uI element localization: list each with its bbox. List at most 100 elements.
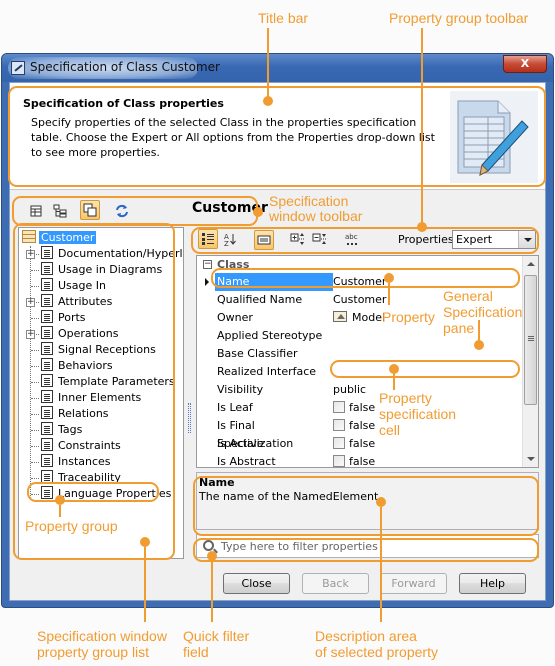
title-bar[interactable]: Specification of Class Customer X bbox=[2, 54, 553, 82]
show-description-icon bbox=[257, 235, 271, 245]
forward-button[interactable]: Forward bbox=[380, 573, 447, 594]
quick-filter-field[interactable] bbox=[196, 534, 539, 558]
expand-all-icon bbox=[290, 233, 305, 245]
property-group-icon bbox=[41, 326, 53, 339]
property-row[interactable]: Is Leaf false bbox=[197, 399, 523, 417]
tree-item[interactable]: Instances bbox=[41, 454, 111, 470]
property-group-icon bbox=[41, 454, 53, 467]
properties-label: Properties: bbox=[398, 233, 458, 246]
property-name: Applied Stereotype bbox=[217, 329, 323, 342]
tree-item[interactable]: Operations bbox=[41, 326, 118, 342]
scroll-up-icon[interactable] bbox=[523, 256, 538, 272]
vertical-scrollbar[interactable] bbox=[522, 256, 538, 467]
tree-item[interactable]: Usage In bbox=[41, 278, 106, 294]
tree-item-label: Inner Elements bbox=[58, 391, 142, 404]
tree-item-label: Behaviors bbox=[58, 359, 113, 372]
property-row[interactable]: Realized Interface bbox=[197, 363, 523, 381]
property-checkbox[interactable] bbox=[333, 401, 345, 413]
filter-input[interactable] bbox=[221, 538, 521, 554]
pane-splitter[interactable] bbox=[188, 403, 191, 433]
scroll-down-icon[interactable] bbox=[523, 451, 538, 467]
tree-item-label: Traceability bbox=[58, 471, 121, 484]
standalone-window-button[interactable] bbox=[80, 200, 100, 220]
property-row[interactable]: Is Active false bbox=[197, 435, 523, 453]
property-value: Customer bbox=[333, 293, 387, 306]
table-view-button[interactable] bbox=[26, 201, 46, 221]
scroll-thumb[interactable] bbox=[524, 275, 537, 405]
expand-icon[interactable]: + bbox=[26, 330, 35, 339]
property-value-cell[interactable]: false bbox=[333, 453, 376, 468]
property-group-icon bbox=[41, 390, 53, 403]
row-pointer-icon bbox=[205, 278, 209, 286]
tree-item-label: Instances bbox=[58, 455, 111, 468]
tree-item-label: Signal Receptions bbox=[58, 343, 156, 356]
tree-item[interactable]: Tags bbox=[41, 422, 82, 438]
property-checkbox[interactable] bbox=[333, 455, 345, 467]
svg-text:abc: abc bbox=[345, 233, 358, 241]
tree-root-customer[interactable]: Customer bbox=[22, 230, 97, 246]
tree-item[interactable]: Usage in Diagrams bbox=[41, 262, 162, 278]
property-value: Model bbox=[352, 311, 386, 324]
refresh-icon bbox=[116, 204, 128, 218]
property-name: Name bbox=[215, 273, 333, 291]
property-value: false bbox=[349, 455, 376, 468]
help-button[interactable]: Help bbox=[459, 573, 526, 594]
property-name: Visibility bbox=[217, 383, 264, 396]
property-value-cell[interactable]: false bbox=[333, 417, 375, 435]
expand-all-button[interactable] bbox=[288, 229, 308, 249]
tree-item[interactable]: Inner Elements bbox=[41, 390, 141, 406]
property-row[interactable]: Is Final Specialization false bbox=[197, 417, 523, 450]
tree-item[interactable]: Behaviors bbox=[41, 358, 113, 374]
close-button[interactable]: Close bbox=[223, 573, 290, 594]
collapse-all-icon bbox=[312, 233, 327, 244]
property-group-icon bbox=[41, 342, 53, 355]
property-value: false bbox=[349, 419, 376, 432]
callout-spec-window-toolbar: Specification window toolbar bbox=[269, 193, 363, 224]
app-icon bbox=[11, 61, 25, 75]
property-row[interactable]: Is Abstract false bbox=[197, 453, 523, 468]
property-value-cell[interactable]: false bbox=[333, 435, 375, 453]
tree-item[interactable]: Signal Receptions bbox=[41, 342, 156, 358]
property-name: Is Abstract bbox=[217, 455, 276, 468]
expand-icon[interactable]: + bbox=[26, 250, 35, 259]
abc-button[interactable]: abc bbox=[342, 229, 362, 249]
property-value-cell[interactable]: Model bbox=[333, 309, 385, 327]
tree-item[interactable]: Attributes bbox=[41, 294, 112, 310]
tree-item[interactable]: Documentation/Hyperlinks bbox=[41, 246, 183, 262]
property-checkbox[interactable] bbox=[333, 419, 345, 431]
tree-item[interactable]: Relations bbox=[41, 406, 109, 422]
property-value-cell[interactable]: Customer bbox=[333, 273, 386, 291]
close-window-button[interactable]: X bbox=[503, 55, 547, 73]
tree-item[interactable]: Ports bbox=[41, 310, 86, 326]
property-group-toolbar: AZ abc Properties: Expert bbox=[196, 227, 539, 252]
property-value-cell[interactable]: public bbox=[333, 381, 366, 399]
document-pencil-icon bbox=[450, 91, 538, 183]
refresh-button[interactable] bbox=[112, 201, 132, 221]
chevron-down-icon[interactable] bbox=[518, 231, 535, 248]
property-value-cell[interactable]: Customer bbox=[333, 291, 386, 309]
categorized-icon bbox=[202, 233, 214, 245]
property-group-icon bbox=[41, 374, 53, 387]
expand-icon[interactable]: + bbox=[26, 298, 35, 307]
property-group-icon bbox=[41, 262, 53, 275]
tree-view-button[interactable] bbox=[50, 201, 70, 221]
property-value-cell[interactable]: false bbox=[333, 399, 375, 417]
callout-general-spec-pane: General Specification pane bbox=[443, 288, 523, 336]
back-button[interactable]: Back bbox=[302, 573, 369, 594]
properties-dropdown[interactable]: Expert bbox=[452, 230, 536, 249]
categorized-button[interactable] bbox=[198, 229, 218, 249]
sort-alphabetically-button[interactable]: AZ bbox=[220, 229, 240, 249]
collapse-all-button[interactable] bbox=[310, 229, 330, 249]
callout-description-area: Description area of selected property bbox=[315, 628, 438, 660]
property-group-icon bbox=[41, 470, 53, 483]
category-header[interactable]: − Class bbox=[197, 256, 523, 273]
tree-item[interactable]: Traceability bbox=[41, 470, 121, 486]
collapse-icon[interactable]: − bbox=[203, 260, 212, 269]
show-description-button[interactable] bbox=[254, 230, 274, 250]
callout-spec-group-list: Specification window property group list bbox=[37, 628, 167, 660]
tree-item[interactable]: Constraints bbox=[41, 438, 121, 454]
tree-item[interactable]: Template Parameters bbox=[41, 374, 175, 390]
property-name: Realized Interface bbox=[217, 365, 317, 378]
property-checkbox[interactable] bbox=[333, 437, 345, 449]
property-row[interactable]: Visibility public bbox=[197, 381, 523, 399]
